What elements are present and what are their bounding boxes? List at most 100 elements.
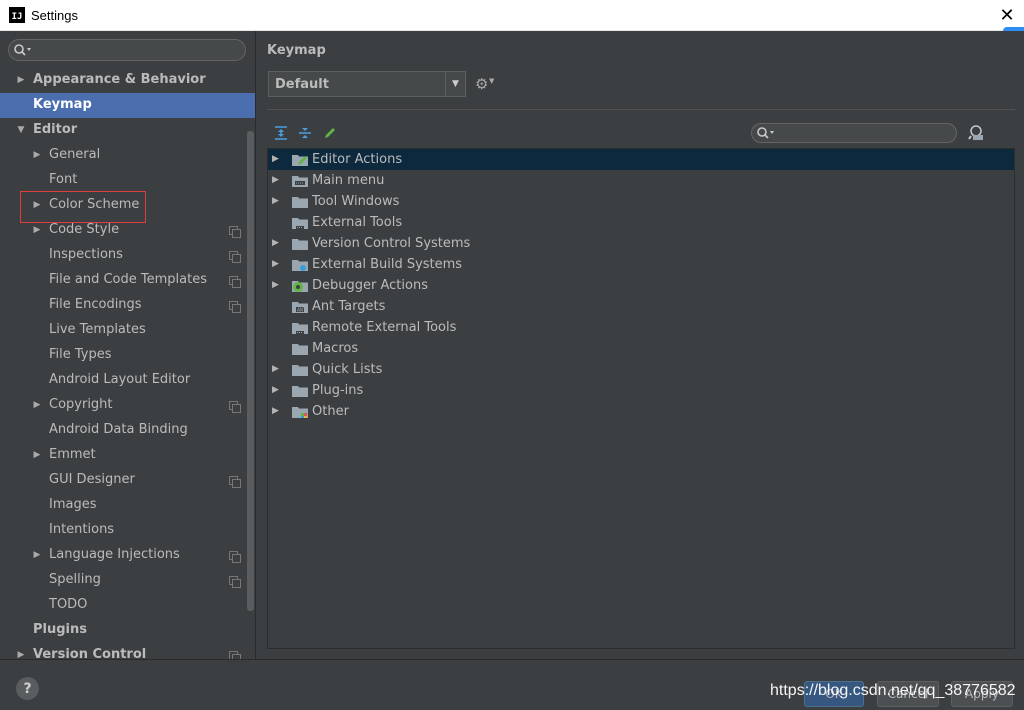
- watermark-text: https://blog.csdn.net/qq_38776582: [770, 682, 1016, 699]
- chevron-right-icon[interactable]: ▶: [16, 650, 26, 659]
- chevron-right-icon[interactable]: ▶: [272, 280, 279, 290]
- folder-icon: [292, 363, 308, 376]
- divider: [267, 109, 1015, 110]
- sidebar-item-label: Version Control: [33, 647, 147, 659]
- sidebar-item-todo[interactable]: TODO: [0, 593, 255, 618]
- chevron-right-icon[interactable]: ▶: [16, 75, 26, 85]
- sidebar-item-appearance-behavior[interactable]: ▶ Appearance & Behavior: [0, 68, 255, 93]
- chevron-right-icon[interactable]: ▶: [272, 364, 279, 374]
- chevron-right-icon[interactable]: ▶: [272, 259, 279, 269]
- title-bar: IJ Settings ✕: [0, 0, 1024, 31]
- sidebar-item-label: GUI Designer: [49, 472, 135, 487]
- sidebar-item-file-and-code-templates[interactable]: File and Code Templates: [0, 268, 255, 293]
- sidebar-item-copyright[interactable]: ▶ Copyright: [0, 393, 255, 418]
- sidebar-item-language-injections[interactable]: ▶ Language Injections: [0, 543, 255, 568]
- project-level-icon: [229, 251, 241, 263]
- action-group-tool-windows[interactable]: ▶ Tool Windows: [268, 191, 1014, 212]
- gear-icon[interactable]: ⚙: [475, 75, 488, 93]
- action-group-label: Remote External Tools: [312, 320, 457, 335]
- action-group-label: Debugger Actions: [312, 278, 428, 293]
- gear-dropdown-arrow-icon[interactable]: ▼: [489, 77, 494, 85]
- keymap-select[interactable]: Default ▼: [268, 71, 466, 97]
- help-icon[interactable]: ?: [16, 677, 39, 700]
- action-group-quick-lists[interactable]: ▶ Quick Lists: [268, 359, 1014, 380]
- sidebar-item-file-types[interactable]: File Types: [0, 343, 255, 368]
- expand-all-icon[interactable]: [273, 125, 289, 141]
- sidebar-item-intentions[interactable]: Intentions: [0, 518, 255, 543]
- page-title: Keymap: [267, 43, 326, 58]
- sidebar-item-editor[interactable]: ▼ Editor: [0, 118, 255, 143]
- action-group-external-tools[interactable]: External Tools: [268, 212, 1014, 233]
- intellij-app-icon: IJ: [9, 7, 25, 23]
- chevron-right-icon[interactable]: ▶: [32, 400, 42, 410]
- project-level-icon: [229, 276, 241, 288]
- settings-search-input[interactable]: [8, 39, 246, 61]
- action-group-plug-ins[interactable]: ▶ Plug-ins: [268, 380, 1014, 401]
- chevron-right-icon[interactable]: ▶: [272, 154, 279, 164]
- action-group-label: Quick Lists: [312, 362, 383, 377]
- sidebar-item-keymap[interactable]: Keymap: [0, 93, 255, 118]
- sidebar-item-inspections[interactable]: Inspections: [0, 243, 255, 268]
- actions-search-input[interactable]: [751, 123, 957, 143]
- action-group-debugger-actions[interactable]: ▶ Debugger Actions: [268, 275, 1014, 296]
- svg-text:ANT: ANT: [297, 308, 306, 314]
- sidebar-item-live-templates[interactable]: Live Templates: [0, 318, 255, 343]
- action-group-remote-external-tools[interactable]: Remote External Tools: [268, 317, 1014, 338]
- sidebar-item-spelling[interactable]: Spelling: [0, 568, 255, 593]
- sidebar-item-android-layout-editor[interactable]: Android Layout Editor: [0, 368, 255, 393]
- edit-shortcut-icon[interactable]: [322, 125, 338, 141]
- action-group-other[interactable]: ▶ Other: [268, 401, 1014, 422]
- chevron-right-icon[interactable]: ▶: [272, 238, 279, 248]
- collapse-all-icon[interactable]: [297, 125, 313, 141]
- chevron-right-icon[interactable]: ▶: [32, 550, 42, 560]
- sidebar-item-label: Android Layout Editor: [49, 372, 191, 387]
- sidebar-item-version-control[interactable]: ▶ Version Control: [0, 643, 255, 659]
- chevron-down-icon[interactable]: ▼: [16, 125, 26, 135]
- sidebar-item-label: File Encodings: [49, 297, 142, 312]
- chevron-right-icon[interactable]: ▶: [32, 450, 42, 460]
- action-group-version-control-systems[interactable]: ▶ Version Control Systems: [268, 233, 1014, 254]
- sidebar-item-label: File Types: [49, 347, 112, 362]
- chevron-right-icon[interactable]: ▶: [272, 406, 279, 416]
- close-icon[interactable]: ✕: [996, 4, 1018, 26]
- action-group-label: Version Control Systems: [312, 236, 471, 251]
- sidebar-item-label: Plugins: [33, 622, 87, 637]
- sidebar-item-images[interactable]: Images: [0, 493, 255, 518]
- folder-icon: [292, 174, 308, 187]
- project-level-icon: [229, 576, 241, 588]
- chevron-right-icon[interactable]: ▶: [32, 225, 42, 235]
- dialog-footer: ? OK Cancel Apply https://blog.csdn.net/…: [0, 659, 1024, 710]
- sidebar-item-label: Editor: [33, 122, 78, 137]
- sidebar-item-label: Keymap: [33, 97, 92, 112]
- sidebar-item-android-data-binding[interactable]: Android Data Binding: [0, 418, 255, 443]
- action-group-ant-targets[interactable]: ANT Ant Targets: [268, 296, 1014, 317]
- sidebar-scrollbar[interactable]: [247, 131, 254, 611]
- chevron-right-icon[interactable]: ▶: [272, 175, 279, 185]
- action-group-external-build-systems[interactable]: ▶ External Build Systems: [268, 254, 1014, 275]
- action-group-label: Tool Windows: [312, 194, 400, 209]
- sidebar-item-general[interactable]: ▶ General: [0, 143, 255, 168]
- folder-icon: [292, 216, 308, 229]
- chevron-right-icon[interactable]: ▶: [272, 385, 279, 395]
- action-group-label: External Tools: [312, 215, 403, 230]
- action-group-label: Other: [312, 404, 349, 419]
- find-by-shortcut-icon[interactable]: [967, 124, 985, 142]
- sidebar-item-file-encodings[interactable]: File Encodings: [0, 293, 255, 318]
- sidebar-item-plugins[interactable]: Plugins: [0, 618, 255, 643]
- sidebar-item-gui-designer[interactable]: GUI Designer: [0, 468, 255, 493]
- folder-icon: [292, 153, 308, 166]
- chevron-right-icon[interactable]: ▶: [32, 150, 42, 160]
- keymap-select-value: Default: [275, 76, 329, 92]
- chevron-right-icon[interactable]: ▶: [272, 196, 279, 206]
- sidebar-item-font[interactable]: Font: [0, 168, 255, 193]
- action-group-editor-actions[interactable]: ▶ Editor Actions: [268, 149, 1014, 170]
- project-level-icon: [229, 301, 241, 313]
- sidebar-item-emmet[interactable]: ▶ Emmet: [0, 443, 255, 468]
- action-group-main-menu[interactable]: ▶ Main menu: [268, 170, 1014, 191]
- chevron-down-icon[interactable]: ▼: [445, 72, 465, 96]
- action-group-label: Editor Actions: [312, 152, 403, 167]
- sidebar-item-label: Emmet: [49, 447, 96, 462]
- folder-icon: [292, 195, 308, 208]
- sidebar-item-label: Images: [49, 497, 97, 512]
- action-group-macros[interactable]: Macros: [268, 338, 1014, 359]
